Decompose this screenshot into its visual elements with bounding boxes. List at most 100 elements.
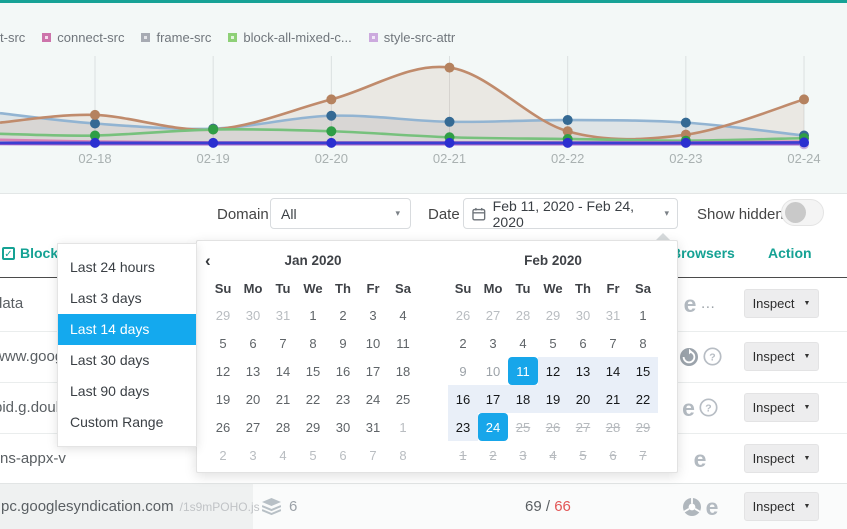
calendar-day[interactable]: 3 <box>358 301 388 329</box>
date-range-value: Feb 11, 2020 - Feb 24, 2020 <box>493 198 665 230</box>
calendar-day-off: 30 <box>238 301 268 329</box>
legend-item[interactable]: block-all-mixed-c... <box>228 30 351 45</box>
menu-item-custom-range[interactable]: Custom Range <box>58 407 196 438</box>
calendar-day[interactable]: 3 <box>478 329 508 357</box>
data-point-series-steel-blue <box>326 111 336 121</box>
calendar-day-off: 27 <box>478 301 508 329</box>
calendar-day[interactable]: 5 <box>208 329 238 357</box>
calendar-day[interactable]: 14 <box>268 357 298 385</box>
calendar-day-in[interactable]: 23 <box>448 413 478 441</box>
legend-item[interactable]: t-src <box>0 30 25 45</box>
row-source-label: data <box>0 295 23 312</box>
inspect-button[interactable]: Inspect▼ <box>744 393 819 422</box>
calendar-day[interactable]: 17 <box>358 357 388 385</box>
calendar-day-faded[interactable]: 10 <box>478 357 508 385</box>
calendar-day-in[interactable]: 14 <box>598 357 628 385</box>
data-point-series-steel-blue <box>90 119 100 129</box>
calendar-day[interactable]: 9 <box>328 329 358 357</box>
calendar-day-start[interactable]: 11 <box>508 357 538 385</box>
calendar-day[interactable]: 30 <box>328 413 358 441</box>
calendar-day[interactable]: 1 <box>298 301 328 329</box>
calendar-day[interactable]: 20 <box>238 385 268 413</box>
domain-select[interactable]: All ▾ <box>270 198 411 229</box>
calendar-day[interactable]: 15 <box>298 357 328 385</box>
calendar-day[interactable]: 4 <box>508 329 538 357</box>
calendar-day-in[interactable]: 17 <box>478 385 508 413</box>
calendar-day[interactable]: 12 <box>208 357 238 385</box>
calendar-day[interactable]: 19 <box>208 385 238 413</box>
calendar-day[interactable]: 2 <box>448 329 478 357</box>
calendar-day[interactable]: 6 <box>568 329 598 357</box>
inspect-button[interactable]: Inspect▼ <box>744 492 819 521</box>
row-source-path: /1s9mPOHO.js <box>180 500 260 514</box>
calendar-day-off: 31 <box>268 301 298 329</box>
calendar-week-row: 9101112131415 <box>448 357 658 385</box>
calendar-day[interactable]: 31 <box>358 413 388 441</box>
calendar-day[interactable]: 8 <box>628 329 658 357</box>
calendar-day[interactable]: 11 <box>388 329 418 357</box>
calendar-day[interactable]: 25 <box>388 385 418 413</box>
calendar-day-in[interactable]: 13 <box>568 357 598 385</box>
calendar-day[interactable]: 4 <box>388 301 418 329</box>
calendar-day-end[interactable]: 24 <box>478 413 508 441</box>
menu-item-last-24-hours[interactable]: Last 24 hours <box>58 252 196 283</box>
calendar-day[interactable]: 7 <box>598 329 628 357</box>
calendar-day-in[interactable]: 19 <box>538 385 568 413</box>
menu-item-last-14-days[interactable]: Last 14 days <box>58 314 196 345</box>
menu-item-last-3-days[interactable]: Last 3 days <box>58 283 196 314</box>
calendar-day-in[interactable]: 16 <box>448 385 478 413</box>
calendar-day[interactable]: 1 <box>628 301 658 329</box>
calendar-day[interactable]: 2 <box>328 301 358 329</box>
calendar-day[interactable]: 8 <box>298 329 328 357</box>
menu-item-last-30-days[interactable]: Last 30 days <box>58 345 196 376</box>
calendar-day-in[interactable]: 12 <box>538 357 568 385</box>
calendar-day-in[interactable]: 15 <box>628 357 658 385</box>
calendar-day[interactable]: 27 <box>238 413 268 441</box>
calendar-dow: Th <box>568 275 598 301</box>
calendar-day-in[interactable]: 18 <box>508 385 538 413</box>
calendar-prev-icon[interactable]: ‹ <box>205 252 211 269</box>
calendar-day[interactable]: 24 <box>358 385 388 413</box>
calendar-day[interactable]: 26 <box>208 413 238 441</box>
legend-item[interactable]: frame-src <box>141 30 211 45</box>
calendar-day[interactable]: 5 <box>538 329 568 357</box>
calendar-day-off: 3 <box>238 441 268 469</box>
inspect-button[interactable]: Inspect▼ <box>744 289 819 318</box>
calendar-day-faded[interactable]: 9 <box>448 357 478 385</box>
calendar-day-dis: 4 <box>538 441 568 469</box>
blocked-count: 66 <box>554 498 571 515</box>
column-header-browsers[interactable]: Browsers <box>671 245 735 261</box>
calendar-day[interactable]: 18 <box>388 357 418 385</box>
menu-item-last-90-days[interactable]: Last 90 days <box>58 376 196 407</box>
calendar-day[interactable]: 23 <box>328 385 358 413</box>
calendar-day-in[interactable]: 20 <box>568 385 598 413</box>
calendar-day-off: 8 <box>388 441 418 469</box>
data-point-series-steel-blue <box>563 115 573 125</box>
calendar-day-off: 4 <box>268 441 298 469</box>
calendar-day[interactable]: 21 <box>268 385 298 413</box>
calendar-day-in[interactable]: 21 <box>598 385 628 413</box>
legend-item[interactable]: style-src-attr <box>369 30 456 45</box>
calendar-day[interactable]: 22 <box>298 385 328 413</box>
legend-item[interactable]: connect-src <box>42 30 124 45</box>
legend-item-label: frame-src <box>156 30 211 45</box>
calendar-day[interactable]: 7 <box>268 329 298 357</box>
show-hidden-toggle[interactable] <box>781 199 824 226</box>
calendar-day[interactable]: 29 <box>298 413 328 441</box>
calendar-day[interactable]: 16 <box>328 357 358 385</box>
date-range-menu: Last 24 hoursLast 3 daysLast 14 daysLast… <box>57 243 197 447</box>
checkbox-checked-icon[interactable]: ✓ <box>2 247 15 260</box>
calendar-week-row: 23242526272829 <box>448 413 658 441</box>
inspect-button[interactable]: Inspect▼ <box>744 342 819 371</box>
data-point-series-royal-blue <box>445 138 455 148</box>
calendar-day[interactable]: 28 <box>268 413 298 441</box>
date-range-input[interactable]: Feb 11, 2020 - Feb 24, 2020 ▾ <box>463 198 678 229</box>
x-axis-label: 02-23 <box>669 151 702 166</box>
calendar-panel: ‹ Jan 2020SuMoTuWeThFrSa2930311234567891… <box>196 240 678 473</box>
inspect-button[interactable]: Inspect▼ <box>744 444 819 473</box>
data-point-series-brown <box>799 94 809 104</box>
calendar-day[interactable]: 10 <box>358 329 388 357</box>
calendar-day[interactable]: 13 <box>238 357 268 385</box>
calendar-day-in[interactable]: 22 <box>628 385 658 413</box>
calendar-day[interactable]: 6 <box>238 329 268 357</box>
